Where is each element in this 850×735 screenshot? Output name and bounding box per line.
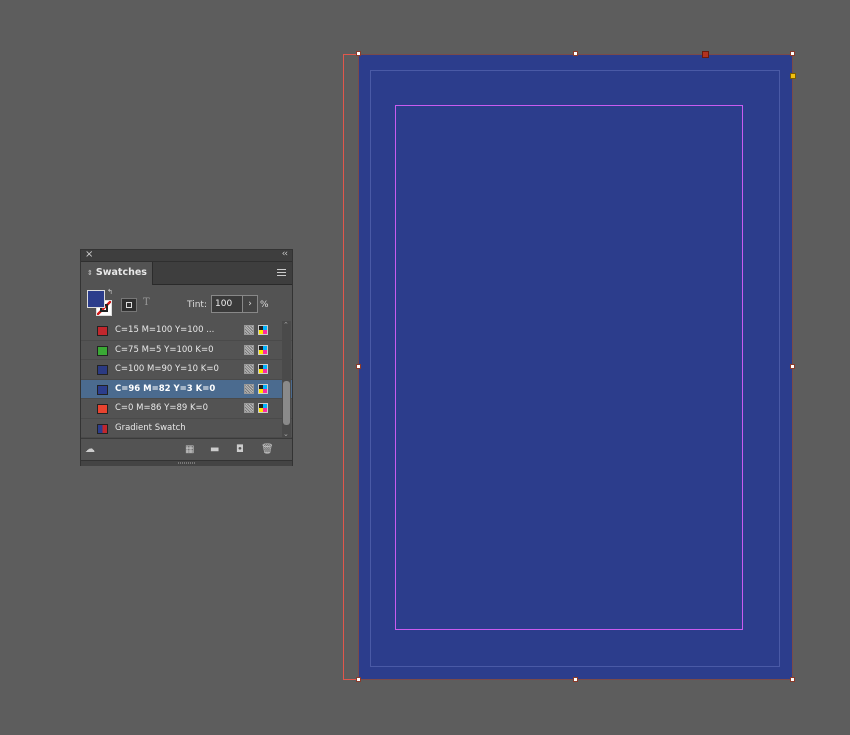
document-page[interactable] [358, 54, 793, 680]
selection-handle-top-left[interactable] [356, 51, 361, 56]
list-item-selected[interactable]: C=96 M=82 Y=3 K=0 [81, 379, 292, 399]
fill-stroke-widget[interactable]: ↰ [87, 288, 113, 316]
tint-slider-toggle[interactable]: › [242, 295, 258, 313]
live-corner-handle[interactable] [790, 73, 796, 79]
panel-title-bar[interactable]: × ‹‹ [81, 249, 292, 262]
swatch-color-chip [97, 365, 108, 375]
tint-input[interactable]: 100 [211, 295, 243, 313]
swatch-name: C=75 M=5 Y=100 K=0 [115, 344, 214, 355]
updown-arrows-icon: ⇕ [87, 269, 93, 277]
swatch-name: Gradient Swatch [115, 422, 186, 433]
list-item[interactable]: C=15 M=100 Y=100 ... [81, 321, 292, 341]
list-item[interactable]: C=0 M=86 Y=89 K=0 [81, 399, 292, 419]
swatch-controls: ↰ T Tint: 100 › % [81, 285, 292, 322]
selection-handle-top-right[interactable] [790, 51, 795, 56]
swatch-name: C=15 M=100 Y=100 ... [115, 325, 215, 335]
cmyk-mode-icon [258, 383, 268, 394]
fill-swatch-icon[interactable] [87, 290, 105, 308]
list-item[interactable]: C=75 M=5 Y=100 K=0 [81, 341, 292, 360]
cmyk-mode-icon [258, 344, 268, 355]
selection-handle-top-center[interactable] [573, 51, 578, 56]
swatches-panel: × ‹‹ ⇕ Swatches ↰ T Tint: 100 › % C=15 M=… [80, 249, 293, 466]
process-color-icon [244, 325, 254, 335]
scroll-thumb[interactable] [283, 381, 290, 425]
new-swatch-icon[interactable]: ◘ [236, 444, 244, 455]
tab-swatches-label: Swatches [95, 267, 147, 278]
swap-fill-stroke-icon[interactable]: ↰ [107, 288, 113, 296]
tint-label: Tint: [187, 300, 207, 310]
list-item[interactable]: C=100 M=90 Y=10 K=0 [81, 360, 292, 380]
cloud-sync-icon[interactable]: ☁ [85, 444, 95, 455]
process-color-icon [244, 383, 254, 394]
scroll-down-icon[interactable]: ⌄ [283, 430, 289, 438]
list-item[interactable]: Gradient Swatch [81, 419, 292, 438]
selection-handle-middle-right[interactable] [790, 364, 795, 369]
cmyk-mode-icon [258, 364, 268, 374]
swatch-color-chip [97, 404, 108, 414]
close-icon[interactable]: × [85, 249, 93, 260]
tint-percent-label: % [260, 300, 269, 310]
swatch-color-chip [97, 384, 108, 395]
formatting-affects-container-icon[interactable] [121, 298, 137, 312]
swatch-name: C=0 M=86 Y=89 K=0 [115, 403, 209, 413]
scroll-up-icon[interactable]: ⌃ [283, 321, 289, 329]
swatch-list: C=15 M=100 Y=100 ... C=75 M=5 Y=100 K=0 … [81, 321, 292, 438]
swatch-views-icon[interactable]: ▦ [185, 444, 194, 455]
swatch-color-chip [97, 326, 108, 336]
selection-handle-bottom-right[interactable] [790, 677, 795, 682]
collapse-icon[interactable]: ‹‹ [282, 249, 288, 259]
cmyk-mode-icon [258, 403, 268, 413]
panel-footer: ☁ ▦ ▬ ◘ 🗑 [81, 438, 292, 461]
process-color-icon [244, 344, 254, 355]
gradient-swatch-chip [97, 423, 108, 434]
cmyk-mode-icon [258, 325, 268, 335]
panel-menu-icon[interactable] [277, 269, 286, 276]
formatting-affects-text-icon[interactable]: T [143, 297, 150, 308]
swatch-color-chip [97, 345, 108, 356]
margin-guide [395, 105, 743, 630]
swatch-list-scrollbar[interactable]: ⌃ ⌄ [282, 321, 291, 438]
anchor-point-handle[interactable] [702, 51, 709, 58]
panel-resize-grip[interactable] [81, 460, 292, 466]
swatch-name: C=100 M=90 Y=10 K=0 [115, 364, 219, 374]
selection-handle-bottom-left[interactable] [356, 677, 361, 682]
selection-handle-bottom-center[interactable] [573, 677, 578, 682]
tab-swatches[interactable]: ⇕ Swatches [81, 262, 153, 285]
swatch-name: C=96 M=82 Y=3 K=0 [115, 383, 216, 394]
new-color-group-icon[interactable]: ▬ [210, 444, 219, 455]
delete-swatch-icon[interactable]: 🗑 [261, 444, 274, 455]
selection-handle-middle-left[interactable] [356, 364, 361, 369]
process-color-icon [244, 364, 254, 374]
panel-tab-bar: ⇕ Swatches [81, 262, 292, 285]
process-color-icon [244, 403, 254, 413]
